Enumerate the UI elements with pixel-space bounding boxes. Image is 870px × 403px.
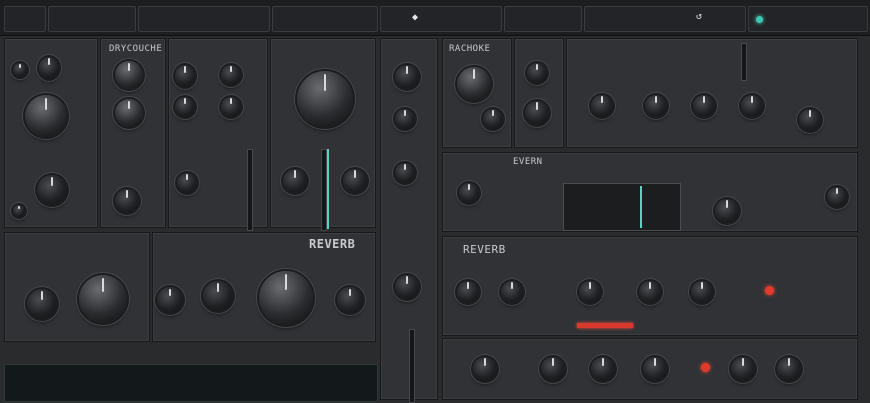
knob[interactable]	[175, 97, 195, 117]
knob[interactable]	[13, 205, 25, 217]
knob[interactable]	[473, 357, 497, 381]
panel-title: DRYCOUCHE	[109, 44, 163, 54]
display-cursor	[640, 186, 642, 228]
knob[interactable]	[799, 109, 821, 131]
toolbar-segment[interactable]	[504, 6, 582, 32]
knob[interactable]	[579, 281, 601, 303]
fader[interactable]	[741, 43, 747, 81]
knob[interactable]	[221, 97, 241, 117]
panel-title: REVERB	[463, 243, 506, 256]
toolbar-segment[interactable]	[4, 6, 46, 32]
knob[interactable]	[639, 281, 661, 303]
knob[interactable]	[337, 287, 363, 313]
knob[interactable]	[175, 65, 195, 87]
knob[interactable]	[731, 357, 755, 381]
knob[interactable]	[115, 189, 139, 213]
knob-large[interactable]	[79, 275, 127, 323]
module-panel-g	[514, 38, 564, 148]
knob[interactable]	[693, 95, 715, 117]
knob[interactable]	[157, 287, 183, 313]
module-panel-c	[168, 38, 268, 231]
module-panel-b: DRYCOUCHE	[100, 38, 166, 228]
knob[interactable]	[343, 169, 367, 193]
delay-module: EVERN	[442, 152, 858, 232]
knob[interactable]	[177, 173, 197, 193]
reverb-right-module: REVERB	[442, 236, 858, 336]
knob[interactable]	[591, 357, 615, 381]
knob[interactable]	[395, 109, 415, 129]
knob[interactable]	[395, 163, 415, 183]
knob-large[interactable]	[25, 95, 67, 137]
fader[interactable]	[247, 149, 253, 231]
toolbar-segment[interactable]	[584, 6, 746, 32]
knob[interactable]	[591, 95, 613, 117]
knob[interactable]	[221, 65, 241, 85]
transport-icon[interactable]: ◆	[412, 12, 418, 23]
toolbar-segment[interactable]	[272, 6, 378, 32]
panel-title: RACHOKE	[449, 44, 491, 54]
waveform-display	[563, 183, 681, 231]
delay-output-module	[442, 338, 858, 400]
knob[interactable]	[395, 275, 419, 299]
knob[interactable]	[459, 183, 479, 203]
power-icon[interactable]: ↺	[696, 11, 702, 22]
knob[interactable]	[501, 281, 523, 303]
reverb-module	[4, 232, 150, 342]
knob[interactable]	[203, 281, 233, 311]
toolbar-segment[interactable]	[380, 6, 502, 32]
knob-large[interactable]	[297, 71, 353, 127]
knob[interactable]	[39, 57, 59, 79]
status-led	[701, 363, 710, 372]
panel-title: EVERN	[513, 157, 543, 167]
knob[interactable]	[37, 175, 67, 205]
status-led	[765, 286, 774, 295]
knob[interactable]	[777, 357, 801, 381]
module-panel-f: RACHOKE	[442, 38, 512, 148]
knob[interactable]	[827, 187, 847, 207]
knob-large[interactable]	[259, 271, 313, 325]
knob[interactable]	[527, 63, 547, 83]
toolbar-segment[interactable]	[748, 6, 868, 32]
knob[interactable]	[457, 67, 491, 101]
knob[interactable]	[115, 61, 143, 89]
module-panel-d	[270, 38, 376, 231]
knob[interactable]	[525, 101, 549, 125]
knob[interactable]	[115, 99, 143, 127]
panel-title: REVERB	[309, 237, 356, 251]
knob[interactable]	[395, 65, 419, 89]
module-panel-h	[566, 38, 858, 148]
knob[interactable]	[645, 95, 667, 117]
toolbar-segment[interactable]	[48, 6, 136, 32]
knob[interactable]	[541, 357, 565, 381]
level-meter	[577, 323, 633, 328]
knob[interactable]	[483, 109, 503, 129]
knob[interactable]	[457, 281, 479, 303]
knob[interactable]	[643, 357, 667, 381]
knob[interactable]	[283, 169, 307, 193]
channel-strip	[380, 38, 438, 403]
fader[interactable]	[409, 329, 415, 403]
knob[interactable]	[715, 199, 739, 223]
knob[interactable]	[13, 63, 27, 77]
status-led	[756, 16, 763, 23]
top-toolbar: ◆ ↺	[0, 0, 870, 36]
knob[interactable]	[691, 281, 713, 303]
meter-line	[327, 149, 329, 229]
module-panel-a	[4, 38, 98, 228]
knob[interactable]	[27, 289, 57, 319]
waveform-strip	[4, 364, 378, 402]
knob[interactable]	[741, 95, 763, 117]
toolbar-segment[interactable]	[138, 6, 270, 32]
reverb-panel: REVERB	[152, 232, 376, 342]
